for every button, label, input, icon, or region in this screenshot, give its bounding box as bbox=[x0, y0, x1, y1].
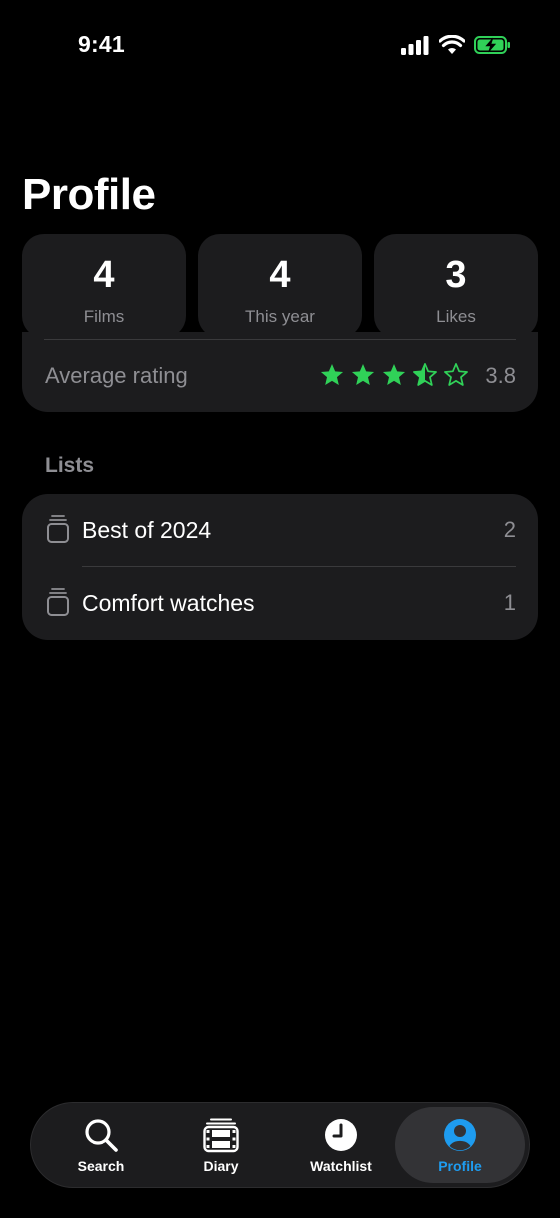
tab-label: Profile bbox=[438, 1158, 482, 1174]
battery-charging-icon bbox=[474, 36, 510, 54]
stat-label: This year bbox=[245, 307, 315, 326]
star-full-icon bbox=[320, 363, 344, 385]
status-icons bbox=[400, 35, 512, 55]
list-icon bbox=[47, 515, 69, 543]
average-rating-value: 3.8 bbox=[485, 363, 516, 388]
film-strip-icon bbox=[203, 1118, 239, 1153]
stat-value: 3 bbox=[445, 254, 467, 296]
star-full-icon bbox=[351, 363, 375, 385]
stat-likes[interactable]: 3 Likes bbox=[374, 234, 538, 338]
list-item[interactable]: Best of 2024 2 bbox=[22, 494, 538, 567]
search-icon bbox=[85, 1119, 118, 1152]
lists-card: Best of 2024 2 Comfort watches 1 bbox=[22, 494, 538, 640]
star-rating bbox=[319, 362, 469, 388]
tab-label: Watchlist bbox=[310, 1158, 372, 1174]
list-icon bbox=[47, 588, 69, 616]
status-bar: 9:41 bbox=[0, 0, 560, 92]
tab-profile[interactable]: Profile bbox=[395, 1107, 525, 1183]
status-time: 9:41 bbox=[78, 31, 125, 57]
cellular-signal-icon bbox=[401, 36, 429, 55]
stat-value: 4 bbox=[93, 254, 115, 296]
person-circle-icon bbox=[444, 1119, 476, 1151]
tab-watchlist[interactable]: Watchlist bbox=[281, 1107, 401, 1183]
average-rating-label: Average rating bbox=[45, 363, 188, 388]
stat-label: Likes bbox=[436, 307, 476, 326]
wifi-icon bbox=[439, 35, 465, 54]
list-count: 2 bbox=[503, 517, 516, 542]
clock-icon bbox=[325, 1119, 357, 1151]
list-name: Best of 2024 bbox=[82, 517, 212, 543]
tab-diary[interactable]: Diary bbox=[161, 1107, 281, 1183]
stats-card: 4 Films 4 This year 3 Likes Average rati… bbox=[22, 234, 538, 412]
stat-this-year[interactable]: 4 This year bbox=[198, 234, 362, 338]
divider bbox=[44, 339, 516, 340]
tab-label: Search bbox=[77, 1158, 125, 1174]
star-full-icon bbox=[382, 363, 406, 385]
star-half-icon bbox=[413, 363, 437, 386]
list-name: Comfort watches bbox=[82, 590, 255, 616]
tab-search[interactable]: Search bbox=[41, 1107, 161, 1183]
stat-films[interactable]: 4 Films bbox=[22, 234, 186, 338]
lists-section-header: Lists bbox=[45, 454, 95, 477]
tab-label: Diary bbox=[203, 1158, 239, 1174]
tab-bar: Search Diary Watchlist Profile bbox=[30, 1102, 530, 1188]
average-rating-row: Average rating 3.8 bbox=[22, 332, 538, 412]
list-item[interactable]: Comfort watches 1 bbox=[22, 567, 538, 640]
stat-value: 4 bbox=[269, 254, 291, 296]
page-title: Profile bbox=[22, 170, 156, 219]
star-empty-icon bbox=[444, 363, 468, 386]
stat-label: Films bbox=[83, 307, 125, 326]
list-count: 1 bbox=[503, 590, 516, 615]
